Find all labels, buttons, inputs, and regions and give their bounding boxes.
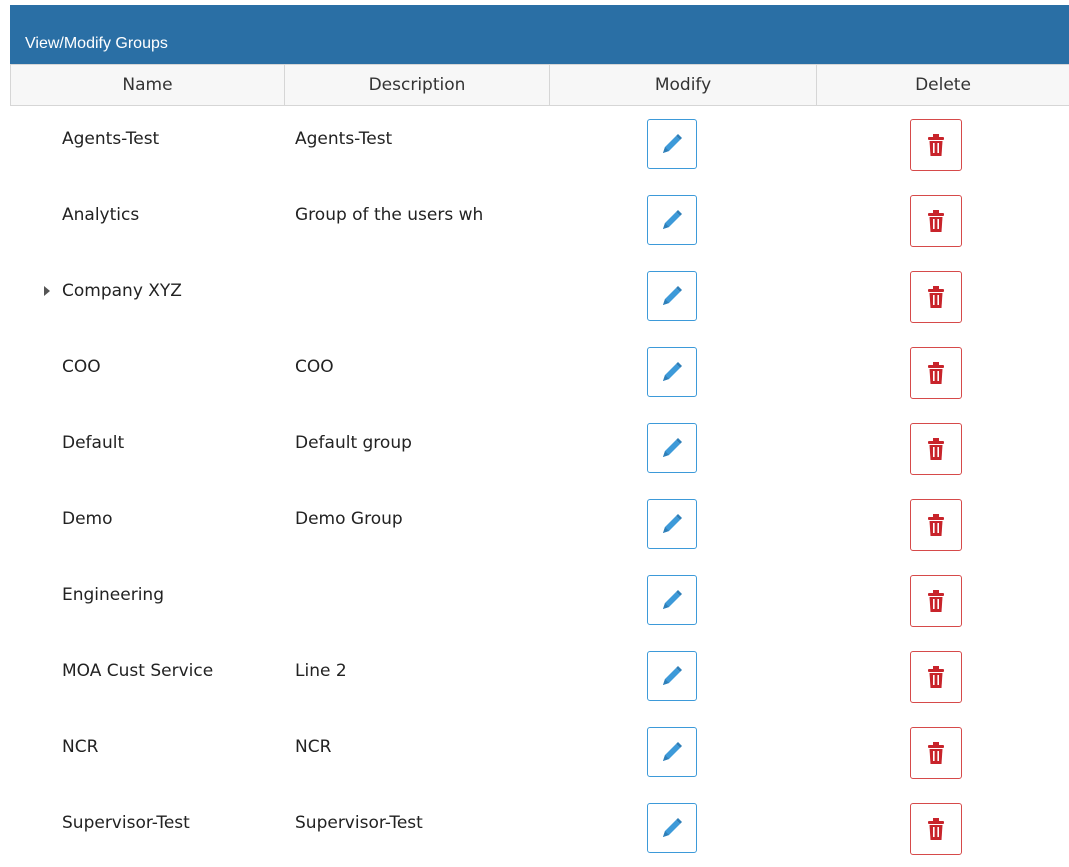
group-name: Supervisor-Test: [62, 813, 190, 833]
table-row: Demo Demo Group: [10, 487, 1069, 563]
group-name: Agents-Test: [62, 129, 160, 149]
delete-button[interactable]: [910, 271, 962, 323]
trash-icon: [928, 286, 944, 308]
modify-button[interactable]: [647, 347, 697, 397]
delete-button[interactable]: [910, 803, 962, 855]
trash-icon: [928, 210, 944, 232]
modify-button[interactable]: [647, 727, 697, 777]
pencil-icon: [663, 362, 682, 381]
trash-icon: [928, 742, 944, 764]
delete-button[interactable]: [910, 347, 962, 399]
trash-icon: [928, 590, 944, 612]
pencil-icon: [663, 742, 682, 761]
pencil-icon: [663, 590, 682, 609]
table-row: COO COO: [10, 335, 1069, 411]
delete-button[interactable]: [910, 119, 962, 171]
group-description: Line 2: [295, 661, 347, 681]
delete-button[interactable]: [910, 575, 962, 627]
pencil-icon: [663, 818, 682, 837]
group-description: Default group: [295, 433, 412, 453]
trash-icon: [928, 134, 944, 156]
table-row: Engineering: [10, 563, 1069, 639]
modify-button[interactable]: [647, 195, 697, 245]
pencil-icon: [663, 666, 682, 685]
column-header-name[interactable]: Name: [10, 65, 285, 105]
pencil-icon: [663, 134, 682, 153]
trash-icon: [928, 818, 944, 840]
table-row: Company XYZ: [10, 259, 1069, 335]
modify-button[interactable]: [647, 575, 697, 625]
table-row: NCR NCR: [10, 715, 1069, 791]
pencil-icon: [663, 514, 682, 533]
group-description: Demo Group: [295, 509, 403, 529]
trash-icon: [928, 438, 944, 460]
delete-button[interactable]: [910, 423, 962, 475]
modify-button[interactable]: [647, 423, 697, 473]
modify-button[interactable]: [647, 803, 697, 853]
column-header-modify: Modify: [550, 65, 817, 105]
modify-button[interactable]: [647, 499, 697, 549]
table-row: Default Default group: [10, 411, 1069, 487]
group-name: Default: [62, 433, 125, 453]
groups-panel: View/Modify Groups Name Description Modi…: [10, 0, 1069, 867]
table-row: Agents-Test Agents-Test: [10, 107, 1069, 183]
modify-button[interactable]: [647, 119, 697, 169]
delete-button[interactable]: [910, 499, 962, 551]
group-description: COO: [295, 357, 334, 377]
pencil-icon: [663, 438, 682, 457]
table-row: MOA Cust Service Line 2: [10, 639, 1069, 715]
panel-title: View/Modify Groups: [25, 35, 168, 52]
trash-icon: [928, 362, 944, 384]
group-description: Supervisor-Test: [295, 813, 423, 833]
group-name: Company XYZ: [62, 281, 182, 301]
table-row: Analytics Group of the users wh: [10, 183, 1069, 259]
group-description: NCR: [295, 737, 332, 757]
delete-button[interactable]: [910, 651, 962, 703]
expand-triangle-icon[interactable]: [44, 286, 50, 296]
pencil-icon: [663, 210, 682, 229]
group-name: Demo: [62, 509, 113, 529]
group-name: Analytics: [62, 205, 140, 225]
modify-button[interactable]: [647, 651, 697, 701]
table-header: Name Description Modify Delete: [10, 64, 1069, 106]
trash-icon: [928, 666, 944, 688]
group-name: MOA Cust Service: [62, 661, 214, 681]
delete-button[interactable]: [910, 195, 962, 247]
table-row: Supervisor-Test Supervisor-Test: [10, 791, 1069, 867]
pencil-icon: [663, 286, 682, 305]
group-description: Group of the users wh: [295, 205, 484, 225]
column-header-delete: Delete: [915, 75, 971, 95]
modify-button[interactable]: [647, 271, 697, 321]
column-header-description[interactable]: Description: [285, 65, 550, 105]
panel-title-bar: View/Modify Groups: [10, 5, 1069, 64]
group-name: COO: [62, 357, 101, 377]
trash-icon: [928, 514, 944, 536]
delete-button[interactable]: [910, 727, 962, 779]
group-name: Engineering: [62, 585, 164, 605]
group-name: NCR: [62, 737, 99, 757]
group-description: Agents-Test: [295, 129, 393, 149]
